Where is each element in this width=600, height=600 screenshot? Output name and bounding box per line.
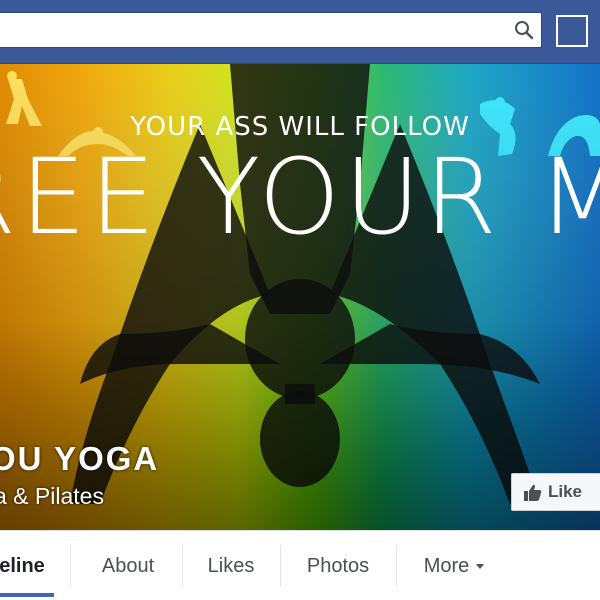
search-button[interactable]	[507, 13, 541, 47]
active-tab-indicator	[0, 593, 54, 597]
tab-likes-label: Likes	[207, 554, 255, 577]
tab-more-label: More	[423, 554, 470, 577]
tab-about[interactable]: About	[84, 543, 172, 589]
tab-divider	[70, 545, 71, 587]
tab-more[interactable]: More	[408, 543, 500, 589]
tab-about-label: About	[101, 554, 155, 577]
thumbs-up-icon	[524, 484, 542, 501]
page-tabs: eline About Likes Photos More	[0, 530, 600, 600]
page-category: a & Pilates	[0, 483, 104, 509]
tab-photos[interactable]: Photos	[290, 543, 386, 589]
like-button[interactable]: Like	[511, 473, 600, 511]
caret-down-icon	[476, 563, 485, 569]
search-input[interactable]	[5, 19, 495, 41]
tab-photos-label: Photos	[306, 554, 370, 577]
profile-thumbnail[interactable]	[556, 15, 588, 47]
tab-likes[interactable]: Likes	[192, 543, 270, 589]
cover-photo[interactable]: YOUR ASS WILL FOLLOW FREE YOUR MIND OU Y…	[0, 64, 600, 530]
page-name[interactable]: OU YOGA	[0, 440, 159, 478]
tab-divider	[182, 545, 183, 587]
tab-timeline-label: eline	[0, 554, 45, 577]
cover-headline: FREE YOUR MIND	[0, 136, 600, 258]
tab-divider	[396, 545, 397, 587]
like-button-label: Like	[548, 482, 583, 501]
top-navigation-bar	[0, 0, 600, 64]
search-icon	[515, 21, 534, 40]
tab-timeline[interactable]: eline	[0, 543, 52, 589]
search-box[interactable]	[0, 12, 542, 48]
tab-divider	[280, 545, 281, 587]
